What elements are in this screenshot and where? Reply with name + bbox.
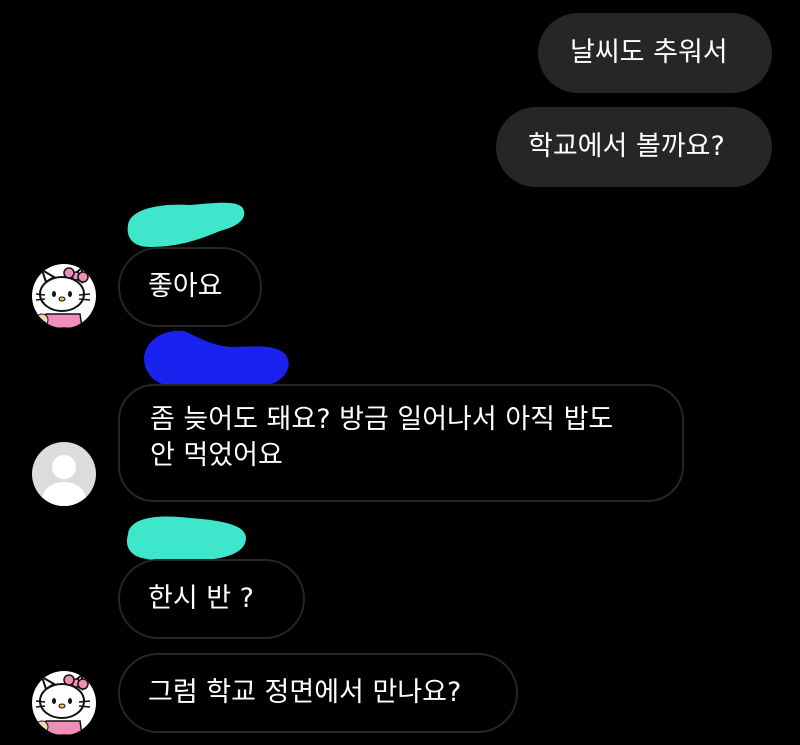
hello-kitty-avatar[interactable]	[32, 671, 96, 735]
sent-message-bubble[interactable]: 날씨도 추워서	[538, 13, 772, 93]
message-text: 학교에서 볼까요?	[528, 131, 725, 162]
hello-kitty-avatar[interactable]	[32, 264, 96, 328]
sent-message-bubble[interactable]: 학교에서 볼까요?	[496, 107, 772, 187]
message-text: 한시 반 ?	[148, 583, 255, 614]
received-message-bubble[interactable]: 한시 반 ?	[118, 559, 305, 639]
message-text: 좋아요	[148, 271, 223, 302]
default-avatar[interactable]	[32, 442, 96, 506]
message-text-line: 좀 늦어도 돼요? 방금 일어나서 아직 밥도	[150, 404, 614, 435]
message-text: 날씨도 추워서	[570, 37, 728, 68]
message-text-line: 안 먹었어요	[150, 440, 283, 471]
received-message-bubble[interactable]: 그럼 학교 정면에서 만나요?	[118, 653, 518, 733]
redacted-sender-name	[127, 202, 245, 247]
received-message-bubble[interactable]: 좋아요	[118, 247, 262, 327]
message-text: 그럼 학교 정면에서 만나요?	[148, 677, 462, 708]
received-message-bubble[interactable]: 좀 늦어도 돼요? 방금 일어나서 아직 밥도 안 먹었어요	[118, 384, 684, 502]
